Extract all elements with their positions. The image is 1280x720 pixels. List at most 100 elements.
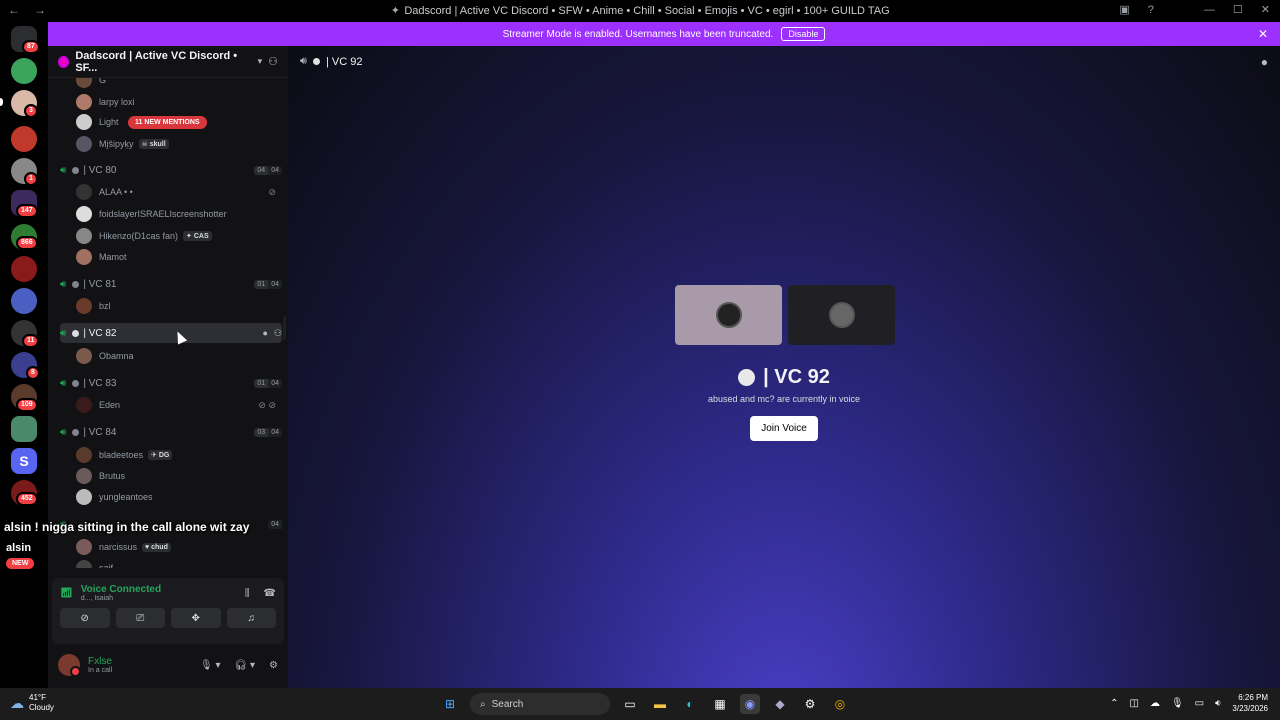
- headphones-icon[interactable]: 🎧︎ ▾: [235, 660, 256, 671]
- list-item[interactable]: Mįšipyķy ☠ skull: [76, 134, 276, 154]
- noise-suppression-icon[interactable]: ⫼: [245, 588, 250, 599]
- clock[interactable]: 6:26 PM 3/23/2026: [1232, 692, 1268, 714]
- taskbar-search[interactable]: ⌕ Search: [470, 693, 610, 715]
- server-icon-7[interactable]: [11, 256, 37, 282]
- settings-icon[interactable]: ⚙: [800, 694, 820, 714]
- speaker-icon: 🔊︎: [60, 426, 67, 438]
- close-banner-icon[interactable]: ✕: [1258, 27, 1268, 41]
- list-item[interactable]: yungleantoes: [76, 487, 276, 507]
- voice-channel-vc82[interactable]: 🔊︎ | VC 82 ● ⚇: [60, 323, 282, 343]
- avatar: [76, 468, 92, 484]
- screen-share-button[interactable]: ⎚: [115, 608, 165, 628]
- task-view-icon[interactable]: ▭: [620, 694, 640, 714]
- server-icon-3[interactable]: [11, 126, 37, 152]
- channel-name: | VC 82: [83, 327, 117, 339]
- list-item[interactable]: larpy loxi: [76, 92, 276, 112]
- server-icon-12[interactable]: [11, 416, 37, 442]
- disable-streamer-mode-button[interactable]: Disable: [781, 27, 826, 41]
- weather-text: 41°F Cloudy: [29, 693, 54, 713]
- count-limit: 04: [268, 519, 282, 529]
- user-count: 01 04: [254, 378, 282, 388]
- help-icon[interactable]: ?: [1148, 4, 1154, 16]
- inbox-icon[interactable]: ▣: [1119, 3, 1129, 16]
- list-item[interactable]: bzl: [76, 296, 276, 316]
- list-item[interactable]: Obamna: [76, 346, 276, 366]
- file-explorer-icon[interactable]: ▬: [650, 694, 670, 714]
- discord-logo-icon: ✦: [390, 5, 400, 17]
- list-item[interactable]: ALAA • • ⊘: [76, 182, 276, 202]
- voice-status[interactable]: Voice Connected: [81, 584, 161, 595]
- user-count: 04: [268, 519, 282, 529]
- activities-button[interactable]: ✥: [171, 608, 221, 628]
- voice-subtitle: abused and mc? are currently in voice: [707, 394, 861, 404]
- user-name: saif: [99, 563, 114, 568]
- avatar: [76, 298, 92, 314]
- windows-start-icon[interactable]: ⊞: [440, 694, 460, 714]
- tray-app-icon[interactable]: ◫: [1129, 698, 1138, 709]
- signal-icon[interactable]: 📶︎: [60, 588, 73, 599]
- list-item[interactable]: Eden ⊘ ⊘: [76, 395, 276, 415]
- server-badge: 3: [24, 104, 38, 118]
- volume-icon[interactable]: 🔉︎: [1215, 698, 1221, 709]
- minimize-icon[interactable]: —: [1204, 4, 1215, 16]
- steam-icon[interactable]: ◆: [770, 694, 790, 714]
- soundboard-button[interactable]: ♫: [226, 608, 276, 628]
- maximize-icon[interactable]: ☐: [1233, 3, 1243, 16]
- count-limit: 04: [268, 279, 282, 289]
- server-icon-s[interactable]: S: [11, 448, 37, 474]
- avatar[interactable]: [58, 654, 81, 677]
- server-icon-8[interactable]: [11, 288, 37, 314]
- avatar: [828, 302, 855, 328]
- list-item[interactable]: saif: [76, 558, 276, 568]
- store-icon[interactable]: ▦: [710, 694, 730, 714]
- list-item[interactable]: Light: [76, 112, 276, 132]
- avatar: [76, 539, 92, 555]
- voice-channel-vc84[interactable]: 🔊︎ | VC 84 03 04: [60, 422, 282, 442]
- participant-tile[interactable]: [675, 285, 782, 345]
- participant-tile[interactable]: [788, 285, 895, 345]
- camera-off-button[interactable]: ⊘: [60, 608, 110, 628]
- disconnect-icon[interactable]: ☎: [264, 588, 276, 599]
- list-item[interactable]: Hikenzo(D1cas fan) ✦ CAS: [76, 226, 276, 246]
- user-name: bzl: [99, 301, 111, 311]
- list-item[interactable]: Brutus: [76, 466, 276, 486]
- settings-gear-icon[interactable]: ⚙: [269, 660, 278, 671]
- edge-icon[interactable]: ◐: [680, 694, 700, 714]
- invite-people-icon[interactable]: ⚇: [268, 55, 278, 68]
- stream-overlay-message: alsin ! nigga sitting in the call alone …: [4, 520, 250, 534]
- close-window-icon[interactable]: ✕: [1261, 3, 1270, 16]
- channel-dot: [72, 379, 80, 387]
- weather-widget[interactable]: ☁ 41°F Cloudy: [10, 693, 54, 713]
- list-item[interactable]: G: [76, 78, 276, 90]
- discord-icon[interactable]: ◉: [740, 694, 760, 714]
- channel-title-label: VC 92: [774, 366, 830, 388]
- avatar: [76, 78, 92, 88]
- channel-name: | VC 81: [83, 278, 117, 290]
- scrollbar-thumb[interactable]: [283, 316, 286, 340]
- list-item[interactable]: Mamot: [76, 247, 276, 267]
- voice-channel-vc83[interactable]: 🔊︎ | VC 83 01 04: [60, 373, 282, 393]
- monitor-icon[interactable]: ▭: [1195, 698, 1204, 709]
- guild-icon: [58, 55, 70, 68]
- chat-bubble-icon[interactable]: ●: [262, 328, 267, 339]
- join-voice-button[interactable]: Join Voice: [750, 416, 818, 441]
- new-servers-pill[interactable]: NEW: [6, 558, 35, 569]
- chrome-icon[interactable]: ◎: [830, 694, 850, 714]
- my-status: In a call: [88, 667, 113, 674]
- temperature: 41°F: [29, 693, 46, 702]
- microphone-icon[interactable]: 🎙︎ ▾: [200, 660, 221, 671]
- server-icon-1[interactable]: [11, 58, 37, 84]
- list-item[interactable]: foidslayerISRAELIscreenshotter: [76, 204, 276, 224]
- voice-channel-vc81[interactable]: 🔊︎ | VC 81 01 04: [60, 274, 282, 294]
- channel-sidebar: Dadscord | Active VC Discord • SF... ▾ ⚇…: [48, 46, 288, 688]
- chat-bubble-icon[interactable]: ●: [1261, 55, 1268, 69]
- invite-icon[interactable]: ⚇: [274, 328, 282, 339]
- channel-label: VC 83: [88, 377, 117, 389]
- guild-header[interactable]: Dadscord | Active VC Discord • SF... ▾ ⚇: [48, 46, 288, 78]
- microphone-icon[interactable]: 🎙︎: [1171, 698, 1184, 709]
- voice-channel-vc80[interactable]: 🔊︎ | VC 80 04 04: [60, 160, 282, 180]
- list-item[interactable]: narcissus ♥ chud: [76, 537, 276, 557]
- list-item[interactable]: bladeetoes ✈ DG: [76, 445, 276, 465]
- cloud-sync-icon[interactable]: ☁: [1150, 698, 1160, 709]
- chevron-up-icon[interactable]: ⌃: [1110, 698, 1118, 709]
